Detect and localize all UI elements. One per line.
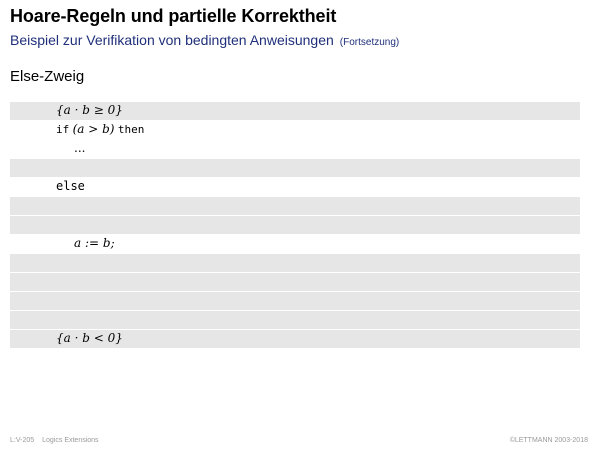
section-title: Else-Zweig	[10, 68, 85, 85]
code-row-precondition: {a · b ≥ 0}	[10, 102, 580, 120]
slide-title: Hoare-Regeln und partielle Korrektheit	[10, 6, 337, 26]
code-row-blank	[10, 159, 580, 177]
then-ellipsis: ...	[74, 141, 86, 155]
code-row-blank	[10, 254, 580, 272]
else-keyword: else	[56, 179, 85, 193]
postcondition: {a · b < 0}	[56, 331, 123, 345]
code-row-ellipsis: ...	[10, 140, 580, 158]
code-block: {a · b ≥ 0} if (a > b) then ... else a :…	[10, 102, 580, 349]
slide-subtitle: Beispiel zur Verifikation von bedingten …	[10, 32, 399, 48]
precondition: {a · b ≥ 0}	[56, 103, 123, 117]
code-row-blank	[10, 292, 580, 310]
copyright: ©LETTMANN 2003-2018	[509, 437, 588, 444]
subtitle-text: Beispiel zur Verifikation von bedingten …	[10, 32, 334, 48]
code-row-blank	[10, 197, 580, 215]
slide-id: L:V-205	[10, 437, 35, 444]
subtitle-note: (Fortsetzung)	[339, 37, 400, 48]
assignment: a := b;	[74, 236, 115, 250]
code-row-blank	[10, 311, 580, 329]
then-keyword: then	[117, 123, 145, 136]
code-row-blank	[10, 273, 580, 291]
code-row-blank	[10, 216, 580, 234]
code-row-postcondition: {a · b < 0}	[10, 330, 580, 348]
if-keyword: if	[56, 123, 70, 136]
code-row-else: else	[10, 178, 580, 196]
code-row-if: if (a > b) then	[10, 121, 580, 139]
footer-left: L:V-205 Logics Extensions	[10, 437, 99, 444]
course-name: Logics Extensions	[42, 437, 99, 444]
if-statement: if (a > b) then	[56, 122, 144, 136]
if-condition: (a > b)	[72, 122, 115, 136]
code-row-assign: a := b;	[10, 235, 580, 253]
